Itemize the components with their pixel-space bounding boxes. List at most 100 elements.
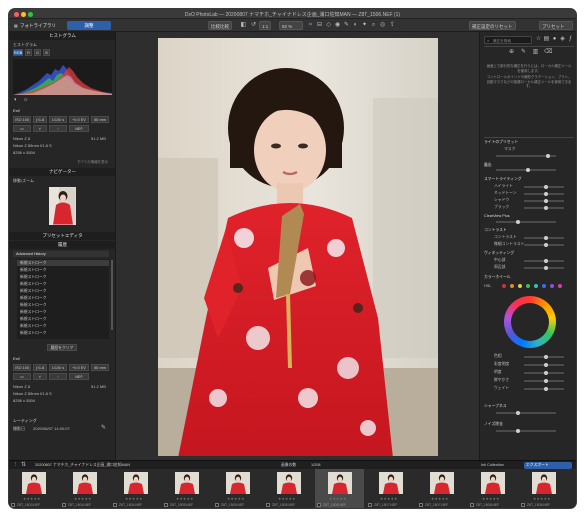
history-item[interactable]: 新規ストローク <box>17 267 109 273</box>
slider-knob[interactable] <box>544 185 548 189</box>
row-clearview[interactable]: ClearView Plus <box>484 214 510 218</box>
sort-icon[interactable]: ⇅ <box>20 462 27 469</box>
history-panel-header[interactable]: 履歴 <box>9 241 115 249</box>
tab-customize[interactable]: 調整 <box>67 21 111 30</box>
rotate-icon[interactable]: ↺ <box>250 22 257 29</box>
slider-knob[interactable] <box>544 371 548 375</box>
filmstrip-thumb-checkbox[interactable] <box>419 503 423 507</box>
crop-icon[interactable]: ⌗ <box>307 22 314 29</box>
exposure-slider[interactable] <box>496 168 556 172</box>
perspective-icon[interactable]: ◇ <box>325 22 332 29</box>
row-color-wheel[interactable]: カラーホイール <box>484 275 511 280</box>
filmstrip-thumb-stars[interactable]: ★★★★★ <box>482 497 500 501</box>
shadows-slider[interactable] <box>524 199 564 203</box>
histogram-r-chip[interactable]: R <box>25 49 32 56</box>
filmstrip-thumb-stars[interactable]: ★★★★★ <box>227 497 245 501</box>
clipping-highlights-icon[interactable]: ☼ <box>23 97 29 103</box>
navigator-thumbnail[interactable] <box>49 187 76 225</box>
history-scrollbar[interactable] <box>111 260 113 330</box>
clipping-shadows-icon[interactable]: ◑ <box>13 97 17 103</box>
local-brush-icon[interactable]: ✎ <box>520 49 527 56</box>
history-group[interactable]: Advanced History <box>13 251 109 257</box>
filmstrip-thumb[interactable]: ★★★★★ Z8T_1507.NEF <box>366 469 415 508</box>
color-icon[interactable]: ● <box>551 36 558 43</box>
history-item[interactable]: 新規ストローク <box>17 302 109 308</box>
compare-button[interactable]: 比較比較 <box>208 21 232 30</box>
share-icon[interactable]: ⇪ <box>389 22 396 29</box>
filter-icon[interactable]: ⫶ <box>12 462 19 469</box>
filmstrip-thumb[interactable]: ★★★★★ Z8T_1504.NEF <box>60 469 109 508</box>
row-exposure[interactable]: 露出 <box>484 163 492 168</box>
slider-knob[interactable] <box>544 192 548 196</box>
filmstrip-thumb-stars[interactable]: ★★★★★ <box>125 497 143 501</box>
hue-slider[interactable] <box>524 355 564 359</box>
filmstrip-thumb[interactable]: ★★★★★ Z8T_1508.NEF <box>519 469 568 508</box>
presets-button[interactable]: プリセット <box>539 21 573 30</box>
slider-knob[interactable] <box>544 199 548 203</box>
history-item[interactable]: 新規ストローク <box>17 316 109 322</box>
tab-library[interactable]: フォトライブラリ <box>18 21 58 30</box>
saturation-slider[interactable] <box>524 363 564 367</box>
filmstrip-thumb-stars[interactable]: ★★★★★ <box>74 497 92 501</box>
layers-icon[interactable]: ▤ <box>543 36 550 43</box>
filmstrip-thumb-checkbox[interactable] <box>215 503 219 507</box>
histogram-g-chip[interactable]: G <box>34 49 41 56</box>
filmstrip-thumb[interactable]: ★★★★★ Z8T_1505.NEF <box>213 469 262 508</box>
slider-knob[interactable] <box>544 259 548 263</box>
slider-knob[interactable] <box>544 206 548 210</box>
color-dot-orange[interactable] <box>510 284 514 288</box>
row-smart-lighting[interactable]: スマートライティング <box>484 177 522 182</box>
filmstrip-thumb-stars[interactable]: ★★★★★ <box>533 497 551 501</box>
row-noise[interactable]: ノイズ除去 <box>484 422 503 427</box>
history-item[interactable]: 新規ストローク <box>17 288 109 294</box>
histogram-panel-header[interactable]: ヒストグラム <box>9 32 115 40</box>
filmstrip-thumb-checkbox[interactable] <box>62 503 66 507</box>
filmstrip-thumb-stars[interactable]: ★★★★★ <box>431 497 449 501</box>
filmstrip-thumb[interactable]: ★★★★★ Z8T_1507.NEF <box>417 469 466 508</box>
weight-slider[interactable] <box>524 387 564 391</box>
local-cp-icon[interactable]: ⊕ <box>508 49 515 56</box>
blacks-slider[interactable] <box>524 206 564 210</box>
filmstrip-thumb[interactable]: ★★★★★ Z8T_1504.NEF <box>111 469 160 508</box>
export-button[interactable]: エクスポート <box>524 462 572 469</box>
slider-knob[interactable] <box>526 168 530 172</box>
lighting-slider[interactable] <box>496 154 556 158</box>
color-dot-cyan[interactable] <box>534 284 538 288</box>
horizon-icon[interactable]: ⊟ <box>316 22 323 29</box>
local-adjust-icon[interactable]: ◐ <box>352 22 359 29</box>
preset-editor-header[interactable]: プリセットエディタ <box>9 232 115 240</box>
search-field[interactable]: ⌕ 補正を検索 <box>484 36 532 44</box>
color-dot-yellow[interactable] <box>518 284 522 288</box>
highlights-slider[interactable] <box>524 185 564 189</box>
color-dot-blue[interactable] <box>542 284 546 288</box>
main-photo[interactable] <box>158 38 438 456</box>
color-dot-green[interactable] <box>526 284 530 288</box>
filmstrip-thumb[interactable]: ★★★★★ Z8T_1505.NEF <box>264 469 313 508</box>
local-eraser-icon[interactable]: ⌫ <box>544 49 552 56</box>
history-item[interactable]: 新規ストローク <box>17 309 109 315</box>
filmstrip-thumb[interactable]: ★★★★★ Z8T_1505.NEF <box>162 469 211 508</box>
zoom-value-select[interactable]: 92 % <box>279 21 303 30</box>
slider-knob[interactable] <box>544 266 548 270</box>
navigator-panel-header[interactable]: ナビゲーター <box>9 168 115 176</box>
filmstrip-thumb-checkbox[interactable] <box>164 503 168 507</box>
repair-icon[interactable]: ✎ <box>343 22 350 29</box>
microcontrast-slider[interactable] <box>524 243 564 247</box>
fx-icon[interactable]: ƒ <box>567 36 574 43</box>
split-view-icon[interactable]: ◧ <box>240 22 247 29</box>
local-grad-icon[interactable]: ▥ <box>532 49 539 56</box>
filmstrip-thumb[interactable]: ★★★★★ Z8T_1506.NEF <box>315 469 364 508</box>
zoom-fit-button[interactable]: 1:1 <box>259 21 272 30</box>
slider-knob[interactable] <box>544 236 548 240</box>
color-dot-magenta[interactable] <box>558 284 562 288</box>
row-contrast[interactable]: コントラスト <box>484 228 507 233</box>
sharpen-slider[interactable] <box>496 411 556 415</box>
contrast-slider[interactable] <box>524 236 564 240</box>
filmstrip-thumb-stars[interactable]: ★★★★★ <box>278 497 296 501</box>
slider-knob[interactable] <box>544 355 548 359</box>
slider-knob[interactable] <box>516 411 520 415</box>
midtones-slider[interactable] <box>524 192 564 196</box>
filmstrip-thumb-stars[interactable]: ★★★★★ <box>176 497 194 501</box>
history-item[interactable]: 新規ストローク <box>17 330 109 336</box>
favorites-icon[interactable]: ☆ <box>535 36 542 43</box>
